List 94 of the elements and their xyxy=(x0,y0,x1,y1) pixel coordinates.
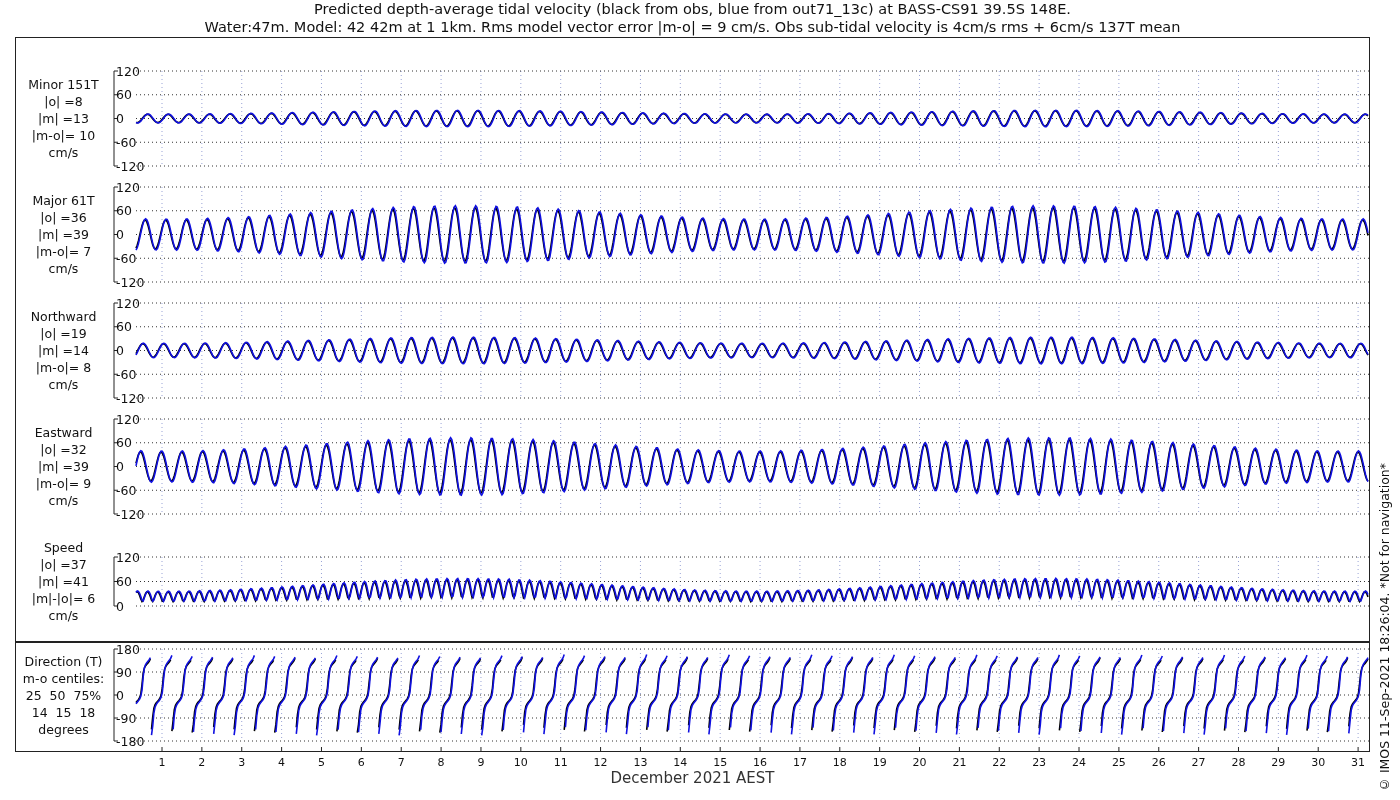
x-tick-label: 18 xyxy=(832,756,847,769)
x-tick-label: 31 xyxy=(1351,756,1366,769)
panel-label: |m| =41 xyxy=(38,573,89,590)
x-tick-label: 19 xyxy=(872,756,887,769)
panel-label: Direction (T) xyxy=(24,652,103,670)
chart-title: Water:47m. Model: 42 42m at 1 1km. Rms model vector error |m-o| = 9 cm/s. Obs sub-tidal velocity is 4cm/s rms + 6cm/s 137T mean xyxy=(204,18,1181,36)
x-tick-label: 1 xyxy=(158,756,166,769)
x-tick-label: 27 xyxy=(1191,756,1206,769)
x-tick-label: 8 xyxy=(437,756,445,769)
panel-label: |o| =32 xyxy=(40,441,87,458)
y-tick-label: 0 xyxy=(116,227,124,242)
y-tick-label: 60 xyxy=(116,203,132,219)
y-tick-label: -60 xyxy=(116,134,137,150)
panel-label: Speed xyxy=(43,539,84,556)
panel-label: Northward xyxy=(30,308,97,325)
panel-label: |m| =13 xyxy=(38,110,89,127)
y-tick-label: 0 xyxy=(116,459,124,474)
x-tick-label: 30 xyxy=(1311,756,1326,769)
y-tick-label: 90 xyxy=(116,664,132,680)
panel-label: 25 50 75% xyxy=(25,686,102,704)
panel-label: |m-o|= 9 xyxy=(35,475,92,492)
y-tick-label: -120 xyxy=(116,274,145,290)
y-tick-label: 120 xyxy=(116,411,140,427)
y-tick-label: 0 xyxy=(116,111,124,126)
panel-label: |m| =39 xyxy=(38,458,89,475)
panel-label: m-o centiles: xyxy=(22,669,105,687)
y-axis xyxy=(113,556,119,607)
y-tick-label: 60 xyxy=(116,574,132,589)
panel-label: Minor 151T xyxy=(28,76,99,93)
x-tick-label: 2 xyxy=(198,756,206,769)
x-tick-label: 10 xyxy=(513,756,528,769)
panel-label: |m|-|o|= 6 xyxy=(31,590,96,607)
y-tick-label: -90 xyxy=(116,710,137,726)
panel-label: |o| =8 xyxy=(44,93,83,110)
x-tick-label: 5 xyxy=(318,756,325,769)
panel-label: cm/s xyxy=(48,144,79,161)
y-tick-label: 120 xyxy=(116,549,140,565)
x-tick-label: 28 xyxy=(1231,756,1246,769)
y-tick-label: -60 xyxy=(116,366,137,382)
y-tick-label: -60 xyxy=(116,250,137,266)
panel-label: |m-o|= 8 xyxy=(35,359,92,376)
x-tick-label: 26 xyxy=(1151,756,1166,769)
y-tick-label: -60 xyxy=(116,482,137,498)
x-tick-label: 15 xyxy=(713,756,728,769)
x-tick-label: 9 xyxy=(477,756,485,769)
x-tick-label: 17 xyxy=(792,756,807,769)
y-tick-label: 0 xyxy=(116,598,124,614)
y-tick-label: 60 xyxy=(116,435,132,451)
panel-label: cm/s xyxy=(48,376,79,393)
panel-label: |m| =14 xyxy=(38,342,89,359)
y-tick-label: 180 xyxy=(116,643,140,657)
y-tick-label: 120 xyxy=(116,295,140,311)
panel-label: |o| =37 xyxy=(40,556,87,573)
panel-label: Major 61T xyxy=(32,192,95,209)
panel-label: cm/s xyxy=(48,260,79,277)
y-tick-label: 0 xyxy=(116,687,124,703)
y-tick-label: 60 xyxy=(116,319,132,335)
copyright-notice: © IMOS 11-Sep-2021 18:26:04. *Not for navigation* xyxy=(1376,462,1392,792)
panel-label: Eastward xyxy=(34,424,93,441)
x-tick-label: 29 xyxy=(1271,756,1286,769)
panel-label: |o| =19 xyxy=(40,325,87,342)
y-tick-label: -180 xyxy=(116,733,145,749)
chart-title: Predicted depth-average tidal velocity (black from obs, blue from out71_13c) at BASS-CS91 39.5S 148E. xyxy=(314,0,1071,18)
x-tick-label: 23 xyxy=(1032,756,1047,769)
y-tick-label: -120 xyxy=(116,390,145,406)
panel-label: cm/s xyxy=(48,492,79,509)
x-tick-label: 14 xyxy=(673,756,688,769)
panel-label: cm/s xyxy=(48,607,79,624)
panel-label: |m-o|= 10 xyxy=(31,127,96,144)
x-tick-label: 21 xyxy=(952,756,967,769)
x-tick-label: 6 xyxy=(357,756,365,769)
x-tick-label: 22 xyxy=(992,756,1007,769)
panel-label: |o| =36 xyxy=(40,209,87,226)
y-tick-label: 0 xyxy=(116,343,124,358)
y-tick-label: -120 xyxy=(116,158,145,174)
y-tick-label: 120 xyxy=(116,63,140,79)
panel-label: |m| =39 xyxy=(38,226,89,243)
y-tick-label: 120 xyxy=(116,179,140,195)
x-tick-label: 25 xyxy=(1111,756,1126,769)
x-tick-label: 3 xyxy=(238,756,246,769)
y-tick-label: -120 xyxy=(116,506,145,522)
x-tick-label: 12 xyxy=(593,756,608,769)
x-tick-label: 7 xyxy=(397,756,405,769)
x-tick-label: 4 xyxy=(278,756,286,769)
x-tick-label: 24 xyxy=(1072,756,1086,769)
panel-label: |m-o|= 7 xyxy=(35,243,92,260)
x-tick-label: 11 xyxy=(553,756,568,769)
x-tick-label: 16 xyxy=(753,756,768,769)
x-tick-label: 20 xyxy=(912,756,927,769)
y-tick-label: 60 xyxy=(116,87,132,103)
x-axis-label: December 2021 AEST xyxy=(610,769,775,787)
panel-label: 14 15 18 xyxy=(31,703,96,721)
x-tick-label: 13 xyxy=(633,756,648,769)
panel-label: degrees xyxy=(38,720,89,738)
